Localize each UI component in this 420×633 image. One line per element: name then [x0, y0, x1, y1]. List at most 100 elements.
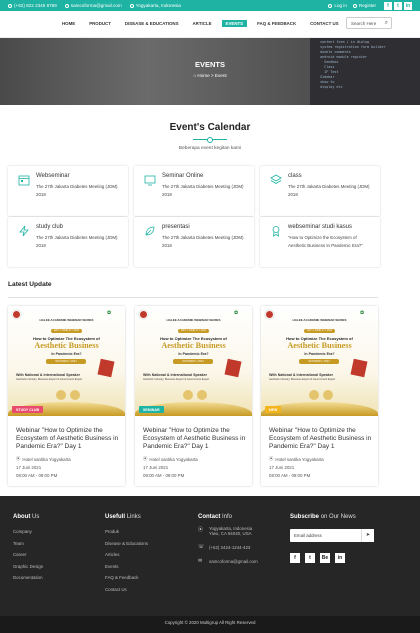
poster-academy: HALEE ACADEMIE WEBINAR SERIES	[166, 318, 221, 322]
post-poster-image[interactable]: ✿ HALEE ACADEMIE WEBINAR SERIES DAY 1 JU…	[8, 306, 125, 416]
event-card-presentasi[interactable]: presentasi The 27th Jakarta Diabetes Mee…	[134, 217, 254, 267]
post-card[interactable]: ✿ HALEE ACADEMIE WEBINAR SERIES DAY 1 JU…	[135, 306, 252, 486]
search-input[interactable]: Search Here ⌕	[346, 17, 392, 29]
subscribe-email-input[interactable]: Email address ➤	[290, 529, 374, 542]
footer-link-events[interactable]: Events	[105, 561, 148, 573]
footer-link-produk[interactable]: Produk	[105, 526, 148, 538]
footer-link-disease[interactable]: Disease & Educations	[105, 538, 148, 550]
post-location-text: Hotel santika Yogyakarta	[22, 456, 71, 462]
footer-link-articles[interactable]: Articles	[105, 549, 148, 561]
post-title[interactable]: Webinar "How to Optimize the Ecosystem o…	[143, 427, 247, 451]
search-icon[interactable]: ⌕	[385, 20, 388, 27]
speaker-avatar	[323, 390, 333, 400]
speaker-avatar	[183, 390, 193, 400]
academy-logo	[12, 310, 21, 319]
event-card-title: presentasi	[162, 224, 190, 230]
nav-article[interactable]: ARTICLE	[189, 20, 216, 27]
footer-link-contact[interactable]: Contact Us	[105, 584, 148, 596]
event-card-title: Seminar Online	[162, 173, 204, 179]
footer-about-title: About Us	[13, 514, 43, 520]
event-card-class[interactable]: class The 27th Jakarta Diabetes Meeting …	[260, 166, 380, 216]
login-label: Log in	[334, 3, 347, 8]
event-card-desc: The 27th Jakarta Diabetes Meeting (JDM) …	[162, 184, 244, 197]
poster-academy: HALEE ACADEMIE WEBINAR SERIES	[39, 318, 94, 322]
poster-pill-2: SATURDAY / 2021	[173, 359, 213, 364]
partner-logo: ✿	[360, 310, 365, 316]
lock-icon	[328, 3, 333, 8]
linkedin-icon[interactable]: in	[335, 553, 345, 563]
footer-link-career[interactable]: Career	[13, 549, 43, 561]
post-location: ⦿ Hotel santika Yogyakarta	[16, 456, 71, 462]
poster-speaker: With National & International Speaker	[16, 373, 81, 377]
speaker-avatar	[309, 390, 319, 400]
footer-link-company[interactable]: Company	[13, 526, 43, 538]
footer-subscribe-title-thin: on Our News	[320, 514, 356, 520]
post-poster-image[interactable]: ✿ HALEE ACADEMIE WEBINAR SERIES DAY 1 JU…	[135, 306, 252, 416]
poster-speaker: With National & International Speaker	[143, 373, 208, 377]
location-info: Yogyakarta, Indonesia	[129, 3, 181, 8]
footer-link-team[interactable]: Team	[13, 538, 43, 550]
nav-contact-us[interactable]: CONTACT US	[306, 20, 342, 27]
facebook-icon[interactable]: f	[290, 553, 300, 563]
event-card-webseminar-studi-kasus[interactable]: webseminar studi kasus "How to Optimize …	[260, 217, 380, 267]
nav-events[interactable]: EVENTS	[221, 20, 248, 27]
post-title[interactable]: Webinar "How to Optimize the Ecosystem o…	[16, 427, 120, 451]
footer-useful-title: Usefull Links	[105, 514, 148, 520]
post-time: 08:00 AM - 09:00 PM	[269, 473, 311, 478]
layers-icon	[270, 174, 282, 184]
partner-logo: ✿	[107, 310, 112, 316]
post-card[interactable]: ✿ HALEE ACADEMIE WEBINAR SERIES DAY 1 JU…	[8, 306, 125, 486]
breadcrumb-home[interactable]: Home	[197, 73, 209, 78]
monitor-icon	[144, 175, 156, 186]
location-text: Yogyakarta, Indonesia	[135, 3, 181, 8]
post-card[interactable]: ✿ HALEE ACADEMIE WEBINAR SERIES DAY 1 JU…	[261, 306, 378, 486]
calendar-subtitle: Beberapa event kegitan kami	[178, 146, 242, 151]
behance-icon[interactable]: Be	[320, 553, 330, 563]
event-card-seminar-online[interactable]: Seminar Online The 27th Jakarta Diabetes…	[134, 166, 254, 216]
facebook-icon[interactable]: f	[384, 1, 392, 10]
post-poster-image[interactable]: ✿ HALEE ACADEMIE WEBINAR SERIES DAY 1 JU…	[261, 306, 378, 416]
twitter-icon[interactable]: t	[394, 1, 402, 10]
footer-contact-info: Contact Info ⦿ Yogyakarta, Indonesia Yiwu…	[198, 514, 258, 572]
nav-home[interactable]: HOME	[58, 20, 79, 27]
location-pin-icon: ⦿	[269, 456, 274, 461]
phone-icon: ☏	[198, 544, 205, 550]
phone-text: (+62) 822 2345 6789	[14, 3, 57, 8]
post-location: ⦿ Hotel santika Yogyakarta	[269, 456, 324, 462]
phone-info: (+62) 822 2345 6789	[8, 3, 57, 8]
send-icon[interactable]: ➤	[361, 529, 374, 542]
post-title[interactable]: Webinar "How to Optimize the Ecosystem o…	[269, 427, 373, 451]
footer-link-graphic-design[interactable]: Graphic Design	[13, 561, 43, 573]
nav-product[interactable]: PRODUCT	[85, 20, 115, 27]
copyright-text: Copyright © 2020 Multigrup All Right Res…	[164, 620, 256, 625]
event-card-webseminar[interactable]: Webseminar The 27th Jakarta Diabetes Mee…	[8, 166, 128, 216]
linkedin-icon[interactable]: in	[404, 1, 412, 10]
divider-dot	[207, 136, 213, 143]
footer-contact-title-bold: Contact	[198, 514, 221, 520]
footer-link-documentation[interactable]: Documentation	[13, 572, 43, 584]
register-link[interactable]: Register	[352, 3, 376, 8]
location-icon: ⦿	[198, 527, 204, 533]
poster-speaker: With National & International Speaker	[269, 373, 334, 377]
footer-link-faq[interactable]: FAQ & Feedback	[105, 572, 148, 584]
post-badge: SEMINAR	[139, 406, 164, 413]
poster-ribbon	[224, 358, 242, 378]
post-location-text: Hotel santika Yogyakarta	[275, 456, 324, 462]
login-link[interactable]: Log in	[328, 3, 347, 8]
register-label: Register	[358, 3, 376, 8]
speaker-avatar	[56, 390, 66, 400]
nav-disease-educations[interactable]: DISEASE & EDUCATIONS	[121, 20, 183, 27]
poster-date: DAY 1 JUNE 17 / 2021	[303, 328, 336, 333]
post-time: 08:00 AM - 09:00 PM	[143, 473, 185, 478]
twitter-icon[interactable]: t	[305, 553, 315, 563]
poster-pill-2: SATURDAY / 2021	[299, 359, 339, 364]
post-time: 08:00 AM - 09:00 PM	[16, 473, 58, 478]
nav-faq-feedback[interactable]: FAQ & FEEDBACK	[253, 20, 300, 27]
poster-speaker-sub: Aesthetic Industry, Business Expert & Go…	[269, 378, 336, 381]
phone-icon	[8, 3, 12, 8]
speaker-avatar	[70, 390, 80, 400]
breadcrumb-separator: >	[210, 73, 214, 78]
event-card-study-club[interactable]: study club The 27th Jakarta Diabetes Mee…	[8, 217, 128, 267]
breadcrumb-current: Event	[214, 73, 227, 78]
footer-address-lines: Yogyakarta, Indonesia Yiwu, CA 94040, USA	[209, 526, 252, 536]
